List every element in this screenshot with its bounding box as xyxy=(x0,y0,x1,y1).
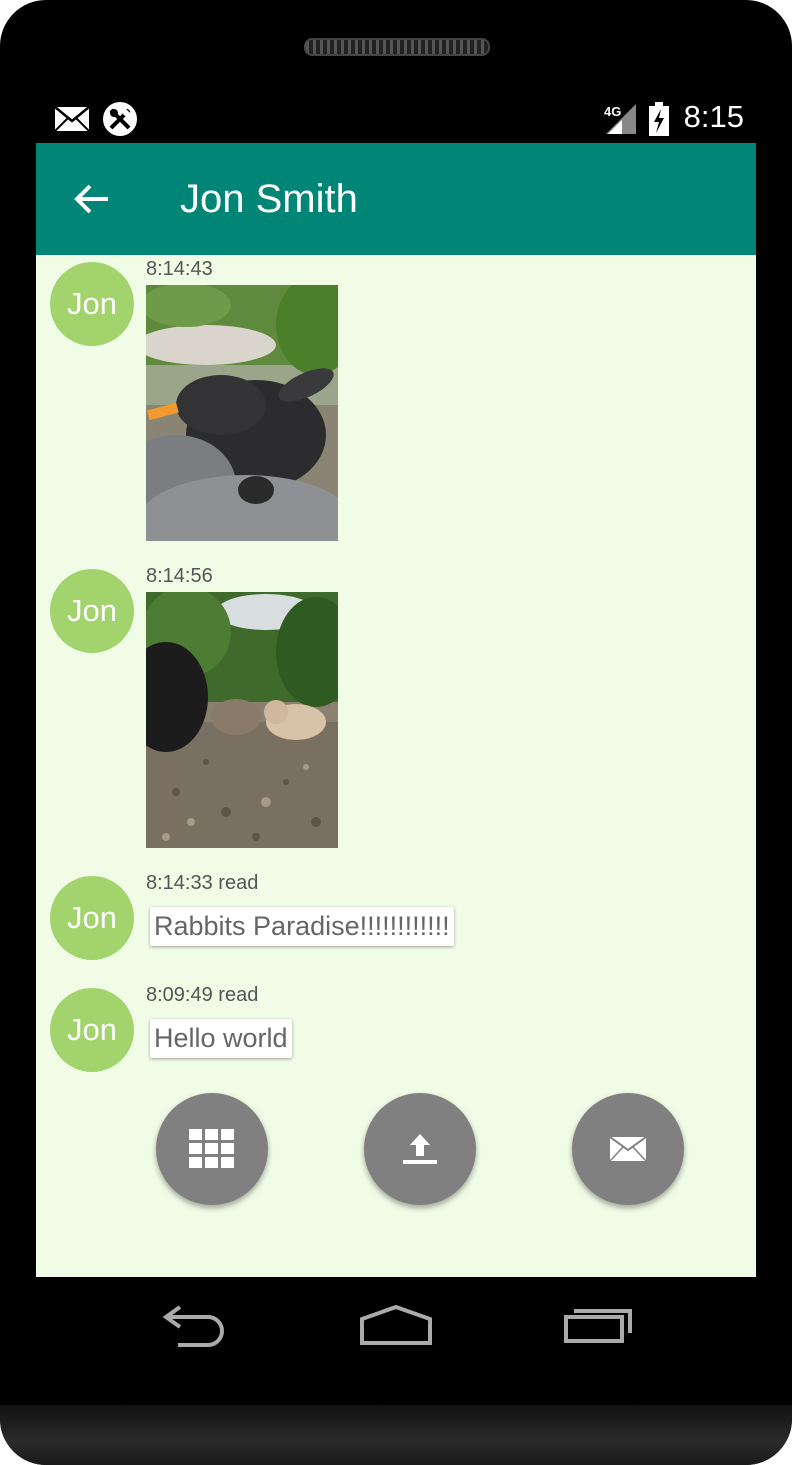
phone-frame: 4G 8:15 Jon Smith Jon 8:14:43 Jon 8:14:5… xyxy=(0,0,792,1465)
upload-button[interactable] xyxy=(364,1093,476,1205)
tools-notification-icon xyxy=(102,95,138,143)
message-timestamp: 8:14:33 read xyxy=(146,872,259,894)
message-timestamp: 8:14:56 xyxy=(146,565,213,587)
grid-icon xyxy=(189,1129,234,1168)
battery-charging-icon xyxy=(648,95,670,143)
avatar: Jon xyxy=(50,876,134,960)
chat-screen: Jon Smith Jon 8:14:43 Jon 8:14:56 Jon 8:… xyxy=(36,143,756,1277)
system-nav-bar xyxy=(36,1277,756,1387)
avatar: Jon xyxy=(50,569,134,653)
mail-icon xyxy=(609,1136,647,1162)
mail-notification-icon xyxy=(54,95,90,143)
home-nav-icon[interactable] xyxy=(356,1303,436,1349)
recents-nav-icon[interactable] xyxy=(556,1303,636,1349)
avatar: Jon xyxy=(50,988,134,1072)
status-bar: 4G 8:15 xyxy=(36,95,756,143)
text-message-bubble[interactable]: Rabbits Paradise!!!!!!!!!!!! xyxy=(150,907,454,946)
clock: 8:15 xyxy=(683,99,744,134)
svg-text:4G: 4G xyxy=(604,104,621,119)
photo-message[interactable] xyxy=(146,285,338,541)
conversation-title: Jon Smith xyxy=(180,177,358,221)
grid-apps-button[interactable] xyxy=(156,1093,268,1205)
photo-message[interactable] xyxy=(146,592,338,848)
avatar: Jon xyxy=(50,262,134,346)
app-bar: Jon Smith xyxy=(36,143,756,255)
message-timestamp: 8:14:43 xyxy=(146,258,213,280)
back-nav-icon[interactable] xyxy=(156,1303,236,1349)
back-button[interactable] xyxy=(72,179,112,219)
signal-4g-icon: 4G xyxy=(602,95,638,143)
text-message-bubble[interactable]: Hello world xyxy=(150,1019,292,1058)
phone-chin xyxy=(0,1405,792,1465)
earpiece-speaker xyxy=(304,38,490,56)
message-timestamp: 8:09:49 read xyxy=(146,984,259,1006)
arrow-left-icon xyxy=(74,184,108,214)
upload-icon xyxy=(403,1134,437,1164)
send-mail-button[interactable] xyxy=(572,1093,684,1205)
